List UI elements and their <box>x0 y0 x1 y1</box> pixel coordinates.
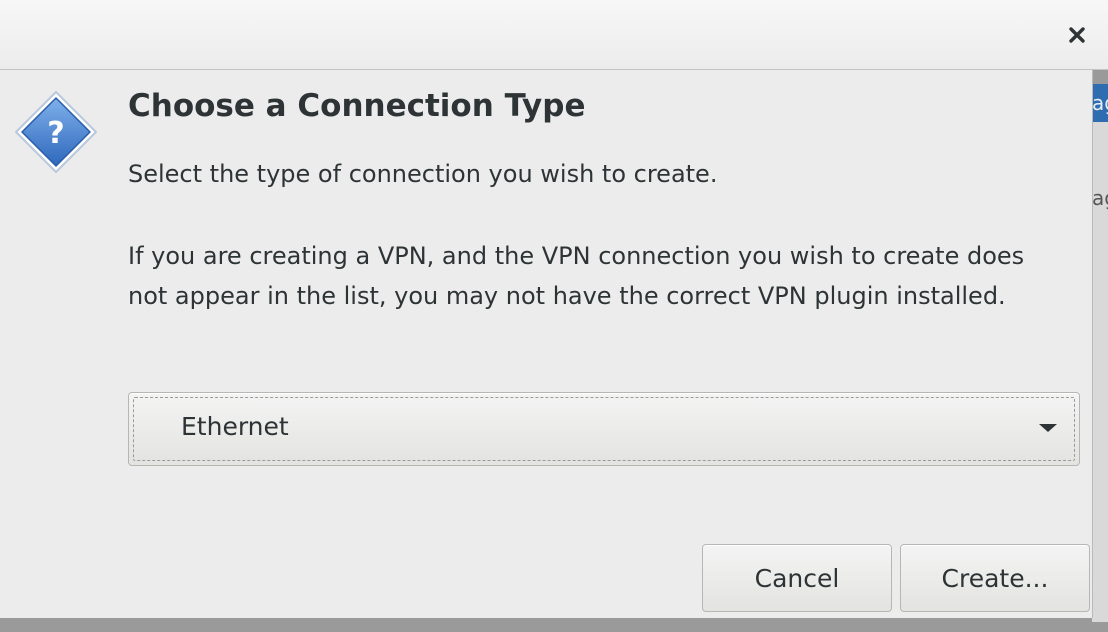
chevron-down-icon <box>1039 424 1057 432</box>
connection-type-select[interactable]: Ethernet <box>128 392 1080 466</box>
connection-type-dialog: ? Choose a Connection Type Select the ty… <box>0 0 1108 618</box>
background-header-text: ag <box>1092 91 1108 115</box>
close-button[interactable] <box>1060 18 1094 52</box>
background-window-panel: ag <box>1092 122 1108 622</box>
create-button[interactable]: Create... <box>900 544 1090 612</box>
svg-text:?: ? <box>47 116 64 151</box>
connection-type-value: Ethernet <box>181 412 289 441</box>
cancel-button[interactable]: Cancel <box>702 544 892 612</box>
vpn-note: If you are creating a VPN, and the VPN c… <box>128 242 1025 310</box>
dialog-titlebar <box>0 0 1108 70</box>
dialog-subtitle: Select the type of connection you wish t… <box>128 160 718 188</box>
background-window-header: ag <box>1092 84 1108 122</box>
dialog-title: Choose a Connection Type <box>128 88 586 124</box>
screen: ag ag ? Choose a Connection Type Sel <box>0 0 1108 632</box>
background-panel-text: ag <box>1092 186 1108 210</box>
question-icon: ? <box>15 91 97 173</box>
close-icon <box>1069 27 1085 43</box>
